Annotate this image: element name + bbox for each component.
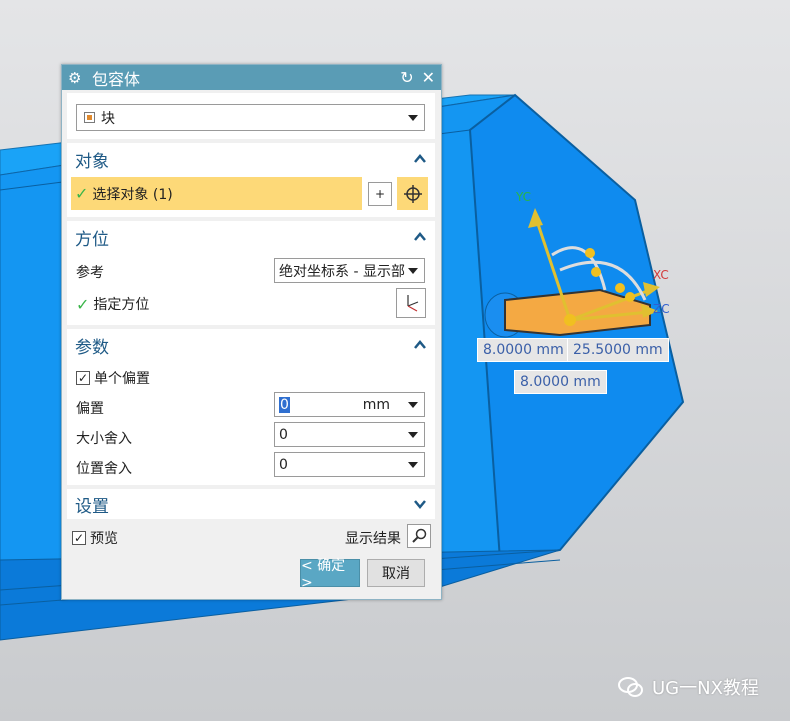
watermark: UG一NX教程 (618, 674, 759, 700)
preview-row[interactable]: ✓ 预览 (72, 528, 118, 548)
chevron-down-icon (408, 267, 418, 274)
axis-label-z: ZC (653, 302, 670, 316)
gear-icon: ⚙ (68, 68, 82, 87)
block-icon (84, 112, 95, 123)
position-round-dropdown[interactable]: 0 (274, 452, 425, 477)
parameters-section-title: 参数 (75, 337, 109, 358)
single-offset-checkbox[interactable]: ✓ (76, 371, 90, 385)
size-round-label: 大小舍入 (76, 431, 132, 447)
offset-input[interactable]: 0 mm (274, 392, 425, 417)
chevron-down-icon (414, 500, 426, 509)
axis-label-x: XC (653, 268, 669, 282)
check-icon: ✓ (75, 184, 89, 203)
chevron-up-icon (414, 232, 426, 241)
crosshair-icon (403, 184, 422, 203)
size-round-value: 0 (279, 426, 288, 443)
position-round-label: 位置舍入 (76, 461, 132, 477)
reference-dropdown[interactable]: 绝对坐标系 - 显示部 (274, 258, 425, 283)
specify-orientation-row: ✓ 指定方位 (76, 294, 149, 314)
watermark-text: UG一NX教程 (652, 678, 759, 699)
type-dropdown[interactable]: 块 (76, 104, 425, 131)
orientation-section-header[interactable]: 方位 (67, 221, 435, 253)
parameters-section-header[interactable]: 参数 (67, 329, 435, 361)
chevron-down-icon (408, 461, 418, 468)
offset-label: 偏置 (76, 401, 104, 417)
ok-button[interactable]: < 确定 > (300, 558, 360, 591)
reference-label: 参考 (76, 265, 104, 281)
single-offset-row[interactable]: ✓ 单个偏置 (76, 368, 150, 388)
dim-label-z[interactable]: 8.0000 mm (514, 370, 607, 394)
preview-label: 预览 (90, 531, 118, 547)
preview-checkbox[interactable]: ✓ (72, 531, 86, 545)
dialog-titlebar[interactable]: ⚙ 包容体 ↻ ✕ (62, 65, 441, 90)
close-icon[interactable]: ✕ (422, 68, 435, 87)
object-section-title: 对象 (75, 151, 109, 172)
reset-icon[interactable]: ↻ (400, 68, 413, 87)
settings-section-title: 设置 (75, 496, 109, 517)
chevron-down-icon (408, 401, 418, 408)
settings-section-header[interactable]: 设置 (67, 489, 435, 519)
specify-orientation-label: 指定方位 (93, 297, 150, 313)
axis-label-y: YC (516, 190, 532, 204)
chevron-down-icon (408, 431, 418, 438)
select-object-row[interactable]: ✓ 选择对象 (1) (71, 177, 362, 210)
orientation-section-title: 方位 (75, 229, 109, 250)
chevron-up-icon (414, 154, 426, 163)
magnifier-icon (412, 528, 427, 543)
chevron-down-icon (408, 114, 418, 121)
wechat-icon (618, 677, 643, 697)
position-round-value: 0 (279, 456, 288, 473)
dialog-title: 包容体 (92, 69, 141, 89)
show-result-button[interactable] (407, 524, 431, 548)
add-icon: + (374, 187, 386, 201)
csys-icon (407, 295, 419, 312)
check-icon: ✓ (76, 294, 90, 314)
show-result-label: 显示结果 (345, 531, 401, 547)
crosshair-button[interactable] (397, 177, 428, 210)
chevron-up-icon (414, 340, 426, 349)
select-object-label: 选择对象 (1) (92, 186, 173, 203)
reference-value: 绝对坐标系 - 显示部 (279, 263, 405, 280)
settings-section: 设置 (67, 489, 435, 519)
object-section-header[interactable]: 对象 (67, 143, 435, 175)
offset-unit: mm (362, 396, 390, 413)
dim-label-y[interactable]: 25.5000 mm (567, 338, 669, 362)
offset-value: 0 (279, 396, 290, 413)
add-selection-button[interactable]: + (368, 182, 392, 206)
size-round-dropdown[interactable]: 0 (274, 422, 425, 447)
dim-label-x[interactable]: 8.0000 mm (477, 338, 570, 362)
type-value: 块 (101, 110, 115, 127)
single-offset-label: 单个偏置 (94, 371, 150, 387)
cancel-button[interactable]: 取消 (367, 559, 425, 587)
bounding-body-dialog: ⚙ 包容体 ↻ ✕ 块 对象 ✓ 选择对象 (1) + 方位 参考 绝对坐标系 … (61, 64, 442, 600)
csys-dialog-button[interactable] (396, 288, 426, 318)
